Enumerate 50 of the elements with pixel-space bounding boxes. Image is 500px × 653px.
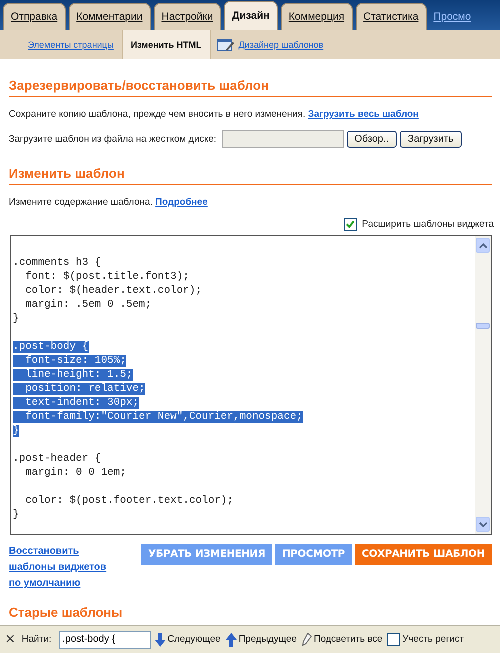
code-line: color: $(post.footer.text.color); bbox=[24, 495, 234, 507]
sub-tab[interactable]: Дизайнер шаблонов bbox=[234, 40, 332, 50]
file-input[interactable] bbox=[222, 130, 344, 148]
browse-button[interactable]: Обзор.. bbox=[346, 130, 398, 148]
tab[interactable]: Коммерция bbox=[280, 3, 353, 30]
section-heading: Изменить шаблон bbox=[9, 166, 492, 185]
download-link[interactable]: Загрузить весь шаблон bbox=[308, 109, 419, 120]
code-line: .comments h3 { bbox=[13, 257, 102, 269]
checkbox[interactable] bbox=[386, 633, 400, 646]
more-link[interactable]: Подробнее bbox=[156, 197, 208, 208]
tab[interactable]: Статистика bbox=[356, 3, 427, 30]
code-line: .post-header { bbox=[13, 453, 102, 465]
code-line: margin: .5em 0 .5em; bbox=[24, 299, 152, 311]
edit-hint: Измените содержание шаблона. bbox=[9, 197, 153, 208]
scroll-up-icon[interactable] bbox=[476, 238, 490, 253]
previous-button[interactable]: Предыдущее bbox=[224, 632, 298, 646]
scrollbar[interactable] bbox=[475, 236, 491, 534]
close-button[interactable]: × bbox=[2, 632, 19, 647]
tab[interactable]: Отправка bbox=[3, 3, 66, 30]
backup-hint: Сохраните копию шаблона, прежде чем вносить в него изменения. bbox=[9, 109, 306, 120]
code-line: color: $(header.text.color); bbox=[24, 285, 202, 297]
highlight-button[interactable]: Подсветить все bbox=[300, 633, 384, 646]
pen-icon bbox=[302, 633, 312, 646]
code-line: } bbox=[13, 509, 20, 521]
window-pencil-icon bbox=[216, 38, 235, 52]
preview-link[interactable]: Просмо bbox=[434, 11, 472, 30]
code-line: font: $(post.title.font3); bbox=[24, 271, 190, 283]
sub-tab[interactable]: Элементы страницы bbox=[20, 30, 122, 59]
scroll-down-icon[interactable] bbox=[476, 517, 490, 532]
up-arrow-icon bbox=[226, 632, 237, 646]
down-arrow-icon bbox=[154, 632, 166, 646]
tab[interactable]: Комментарии bbox=[68, 3, 151, 30]
code-editor[interactable] bbox=[10, 235, 492, 535]
section-heading: Старые шаблоны bbox=[9, 605, 124, 622]
scroll-thumb[interactable] bbox=[476, 323, 490, 329]
tab[interactable]: Настройки bbox=[154, 3, 222, 30]
find-label: Найти: bbox=[22, 634, 52, 645]
upload-label: Загрузите шаблон из файла на жестком диске: bbox=[9, 134, 217, 144]
next-button[interactable]: Следующее bbox=[154, 632, 222, 646]
code-line: } bbox=[13, 313, 20, 325]
checkbox[interactable] bbox=[344, 218, 358, 231]
upload-button[interactable]: Загрузить bbox=[400, 130, 462, 148]
find-field[interactable]: .post-body { bbox=[58, 630, 151, 648]
sub-tab[interactable]: Изменить HTML bbox=[122, 30, 211, 59]
code-line: margin: 0 0 1em; bbox=[24, 467, 126, 479]
section-heading: Зарезервировать/восстановить шаблон bbox=[9, 78, 492, 97]
tab[interactable]: Дизайн bbox=[224, 1, 278, 30]
restore-link[interactable]: Восстановить шаблоны виджетов по умолчанию bbox=[9, 544, 121, 592]
checkbox-label: Расширить шаблоны виджета bbox=[362, 219, 494, 230]
checkbox-label: Учесть регист bbox=[402, 634, 464, 645]
